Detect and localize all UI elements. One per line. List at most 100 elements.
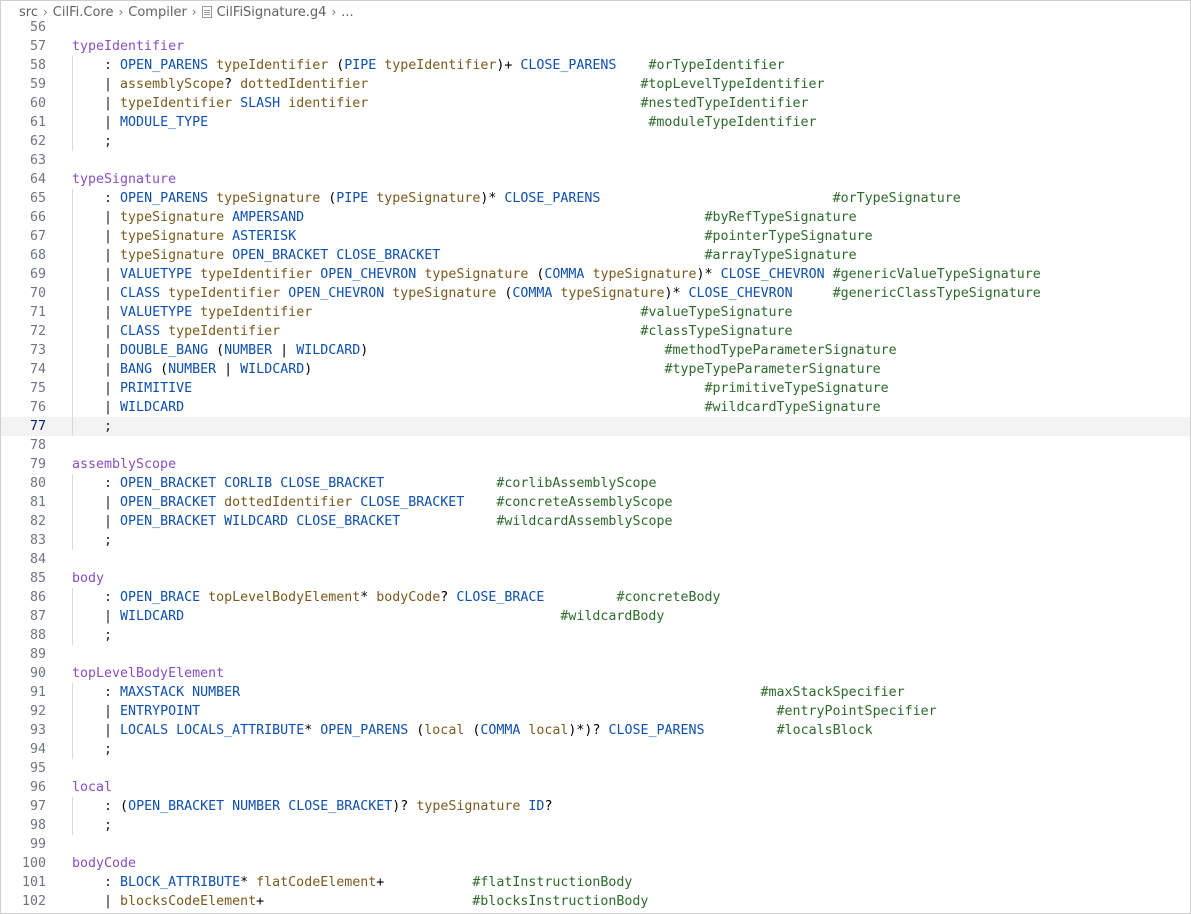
line-number: 99: [29, 837, 46, 852]
code-line[interactable]: 90 topLevelBodyElement: [1, 664, 1190, 683]
code-token: OPEN_BRACKET: [232, 248, 329, 263]
code-token: WILDCARD: [240, 362, 305, 377]
code-token: WILDCARD: [120, 609, 185, 624]
code-token: #topLevelTypeIdentifier: [640, 77, 825, 92]
code-line[interactable]: 86 : OPEN_BRACE topLevelBodyElement* bod…: [1, 588, 1190, 607]
code-line[interactable]: 91 : MAXSTACK NUMBER #maxStackSpecifier: [1, 683, 1190, 702]
code-line[interactable]: 65 : OPEN_PARENS typeSignature (PIPE typ…: [1, 189, 1190, 208]
code-line[interactable]: 66 | typeSignature AMPERSAND #byRefTypeS…: [1, 208, 1190, 227]
code-line[interactable]: 75 | PRIMITIVE #primitiveTypeSignature: [1, 379, 1190, 398]
code-token: CLOSE_CHEVRON: [720, 267, 825, 282]
code-token: OPEN_BRACKET: [120, 476, 217, 491]
code-line[interactable]: 68 | typeSignature OPEN_BRACKET CLOSE_BR…: [1, 246, 1190, 265]
line-number: 86: [29, 590, 46, 605]
code-line[interactable]: 59 | assemblyScope? dottedIdentifier #to…: [1, 75, 1190, 94]
code-line[interactable]: 58 : OPEN_PARENS typeIdentifier (PIPE ty…: [1, 56, 1190, 75]
code-token: +: [256, 894, 473, 909]
code-line[interactable]: 82 | OPEN_BRACKET WILDCARD CLOSE_BRACKET…: [1, 512, 1190, 531]
code-line[interactable]: 81 | OPEN_BRACKET dottedIdentifier CLOSE…: [1, 493, 1190, 512]
line-number: 76: [29, 400, 46, 415]
code-editor[interactable]: 56 57 typeIdentifier 58 : OPEN_PARENS typeI…: [1, 18, 1190, 913]
code-line[interactable]: 60 | typeIdentifier SLASH identifier #ne…: [1, 94, 1190, 113]
code-token: topLevelBodyElement: [72, 666, 225, 681]
code-token: *: [360, 590, 377, 605]
code-line[interactable]: 92 | ENTRYPOINT #entryPointSpecifier: [1, 702, 1190, 721]
line-number: 83: [29, 533, 46, 548]
code-line[interactable]: 57 typeIdentifier: [1, 37, 1190, 56]
indent-guide: [72, 797, 73, 835]
code-line[interactable]: 88 ;: [1, 626, 1190, 645]
code-line[interactable]: 63: [1, 151, 1190, 170]
line-number: 56: [29, 20, 46, 35]
code-text: | ENTRYPOINT #entryPointSpecifier: [72, 702, 937, 721]
code-token: |: [72, 343, 121, 358]
code-line[interactable]: 87 | WILDCARD #wildcardBody: [1, 607, 1190, 626]
code-token: typeIdentifier: [200, 305, 313, 320]
code-token: |: [72, 495, 121, 510]
code-token: |: [72, 894, 121, 909]
code-line[interactable]: 89: [1, 645, 1190, 664]
code-line[interactable]: 71 | VALUETYPE typeIdentifier #valueType…: [1, 303, 1190, 322]
code-line[interactable]: 64 typeSignature: [1, 170, 1190, 189]
code-line[interactable]: 76 | WILDCARD #wildcardTypeSignature: [1, 398, 1190, 417]
code-line[interactable]: 85 body: [1, 569, 1190, 588]
line-number: 95: [29, 761, 46, 776]
code-token: #blocksInstructionBody: [472, 894, 649, 909]
code-text: | typeSignature OPEN_BRACKET CLOSE_BRACK…: [72, 246, 857, 265]
code-line[interactable]: 102 | blocksCodeElement+ #blocksInstruct…: [1, 892, 1190, 911]
code-line[interactable]: 98 ;: [1, 816, 1190, 835]
code-token: *: [240, 875, 257, 890]
code-token: NUMBER: [232, 799, 281, 814]
code-token: CLOSE_BRACKET: [280, 476, 385, 491]
code-line[interactable]: 101 : BLOCK_ATTRIBUTE* flatCodeElement+ …: [1, 873, 1190, 892]
code-line[interactable]: 69 | VALUETYPE typeIdentifier OPEN_CHEVR…: [1, 265, 1190, 284]
code-line[interactable]: 61 | MODULE_TYPE #moduleTypeIdentifier: [1, 113, 1190, 132]
code-line[interactable]: 73 | DOUBLE_BANG (NUMBER | WILDCARD) #me…: [1, 341, 1190, 360]
line-number: 63: [29, 153, 46, 168]
code-token: |: [272, 343, 297, 358]
code-line[interactable]: 83 ;: [1, 531, 1190, 550]
code-text: local: [72, 778, 112, 797]
code-token: #primitiveTypeSignature: [704, 381, 889, 396]
code-text: : OPEN_PARENS typeSignature (PIPE typeSi…: [72, 189, 961, 208]
code-line[interactable]: 72 | CLASS typeIdentifier #classTypeSign…: [1, 322, 1190, 341]
code-line[interactable]: 77 ;: [1, 417, 1190, 436]
code-line[interactable]: 94 ;: [1, 740, 1190, 759]
code-line[interactable]: 78: [1, 436, 1190, 455]
code-token: CLOSE_PARENS: [520, 58, 617, 73]
code-token: (: [528, 267, 545, 282]
code-line[interactable]: 67 | typeSignature ASTERISK #pointerType…: [1, 227, 1190, 246]
code-line[interactable]: 80 : OPEN_BRACKET CORLIB CLOSE_BRACKET #…: [1, 474, 1190, 493]
code-line[interactable]: 100 bodyCode: [1, 854, 1190, 873]
indent-guide: [72, 683, 73, 759]
code-line[interactable]: 79 assemblyScope: [1, 455, 1190, 474]
code-line[interactable]: 70 | CLASS typeIdentifier OPEN_CHEVRON t…: [1, 284, 1190, 303]
code-token: )*: [696, 267, 721, 282]
code-line[interactable]: 56: [1, 18, 1190, 37]
code-token: |: [72, 77, 121, 92]
code-line[interactable]: 96 local: [1, 778, 1190, 797]
indent-guide: [72, 474, 73, 550]
code-token: OPEN_CHEVRON: [320, 267, 417, 282]
code-token: typeIdentifier: [384, 58, 497, 73]
code-line[interactable]: 97 : (OPEN_BRACKET NUMBER CLOSE_BRACKET)…: [1, 797, 1190, 816]
code-token: bodyCode: [376, 590, 441, 605]
code-line[interactable]: 93 | LOCALS LOCALS_ATTRIBUTE* OPEN_PAREN…: [1, 721, 1190, 740]
code-line[interactable]: 62 ;: [1, 132, 1190, 151]
code-line[interactable]: 74 | BANG (NUMBER | WILDCARD) #typeTypeP…: [1, 360, 1190, 379]
code-token: WILDCARD: [224, 514, 289, 529]
code-text: assemblyScope: [72, 455, 176, 474]
code-text: ;: [72, 132, 112, 151]
code-line[interactable]: 99: [1, 835, 1190, 854]
code-line[interactable]: 84: [1, 550, 1190, 569]
code-line[interactable]: 95: [1, 759, 1190, 778]
line-number: 75: [29, 381, 46, 396]
code-token: #flatInstructionBody: [472, 875, 633, 890]
